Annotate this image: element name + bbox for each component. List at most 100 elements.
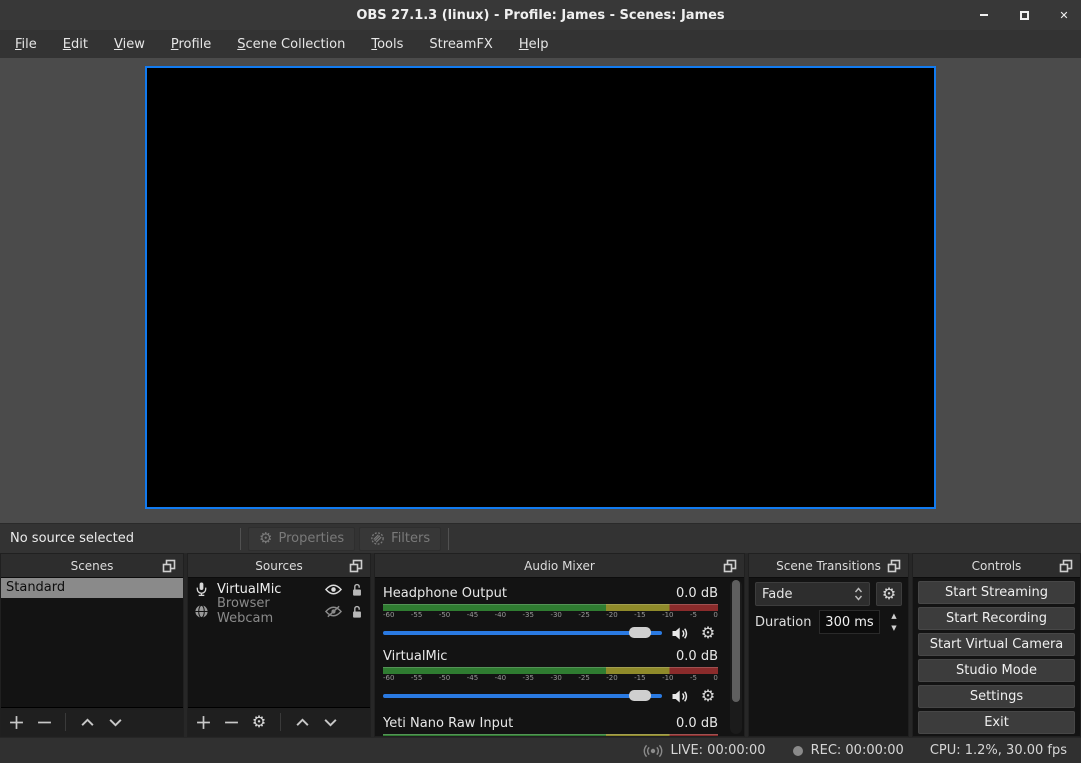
remove-source-button[interactable]: [222, 713, 240, 731]
scene-item-standard[interactable]: Standard: [1, 578, 183, 598]
popout-icon[interactable]: [1058, 558, 1074, 574]
volume-slider[interactable]: [383, 687, 662, 705]
channel-settings-button[interactable]: ⚙: [698, 687, 718, 705]
controls-body: Start Streaming Start Recording Start Vi…: [913, 578, 1080, 736]
source-name: VirtualMic: [217, 582, 317, 597]
meter-tick-label: -5: [690, 674, 697, 683]
microphone-icon: [194, 581, 209, 597]
volume-slider-handle[interactable]: [629, 627, 651, 638]
move-scene-up-button[interactable]: [78, 713, 96, 731]
move-source-down-button[interactable]: [321, 713, 339, 731]
source-row-browser-webcam[interactable]: Browser Webcam: [188, 600, 370, 622]
menu-item-scene-collection[interactable]: Scene Collection: [224, 32, 358, 57]
meter-tick-label: -35: [523, 674, 534, 683]
meter-tick-label: -40: [495, 674, 506, 683]
volume-meter: [383, 734, 718, 736]
sources-panel-header: Sources: [188, 554, 370, 578]
menu-item-tools[interactable]: Tools: [358, 32, 416, 57]
menu-item-profile[interactable]: Profile: [158, 32, 224, 57]
volume-meter: [383, 667, 718, 674]
duration-spin-arrows: ▲ ▼: [886, 610, 902, 634]
popout-icon[interactable]: [161, 558, 177, 574]
mixer-scrollbar-thumb[interactable]: [732, 580, 740, 702]
properties-button[interactable]: ⚙ Properties: [248, 527, 355, 551]
popout-icon[interactable]: [348, 558, 364, 574]
menu-item-help[interactable]: Help: [506, 32, 562, 57]
filters-button-label: Filters: [391, 531, 430, 546]
controls-panel-title: Controls: [972, 559, 1022, 573]
meter-tick-label: -10: [662, 674, 673, 683]
exit-button[interactable]: Exit: [918, 711, 1075, 734]
start-streaming-button[interactable]: Start Streaming: [918, 581, 1075, 604]
close-button[interactable]: ✕: [1057, 8, 1071, 22]
studio-mode-button[interactable]: Studio Mode: [918, 659, 1075, 682]
channel-volume-db: 0.0 dB: [676, 649, 718, 665]
volume-slider-handle[interactable]: [629, 690, 651, 701]
minimize-button[interactable]: [977, 8, 991, 22]
meter-tick-label: -55: [411, 674, 422, 683]
meter-tick-label: -50: [439, 611, 450, 620]
move-source-up-button[interactable]: [293, 713, 311, 731]
unlock-icon[interactable]: [350, 604, 364, 619]
menu-item-file[interactable]: File: [2, 32, 50, 57]
meter-tick-label: -60: [383, 674, 394, 683]
live-status: LIVE: 00:00:00: [643, 743, 765, 758]
volume-slider[interactable]: [383, 624, 662, 642]
popout-icon[interactable]: [886, 558, 902, 574]
gear-icon: ⚙: [882, 586, 896, 602]
gear-icon: ⚙: [701, 688, 715, 704]
title-bar: OBS 27.1.3 (linux) - Profile: James - Sc…: [0, 0, 1081, 30]
meter-tick-label: -35: [523, 611, 534, 620]
duration-increase-button[interactable]: ▲: [886, 610, 902, 622]
record-dot-icon: [792, 745, 804, 757]
menu-item-edit[interactable]: Edit: [50, 32, 101, 57]
duration-decrease-button[interactable]: ▼: [886, 622, 902, 634]
dock-area: Scenes Standard Sources: [0, 553, 1081, 737]
add-scene-button[interactable]: [7, 713, 25, 731]
start-virtual-camera-button[interactable]: Start Virtual Camera: [918, 633, 1075, 656]
transition-select[interactable]: Fade: [755, 582, 870, 606]
status-bar: LIVE: 00:00:00 REC: 00:00:00 CPU: 1.2%, …: [0, 737, 1081, 763]
audio-mixer-panel-title: Audio Mixer: [524, 559, 595, 573]
no-source-label: No source selected: [0, 531, 144, 546]
duration-spinbox[interactable]: 300 ms: [819, 610, 880, 634]
remove-scene-button[interactable]: [35, 713, 53, 731]
meter-tick-label: -40: [495, 611, 506, 620]
popout-icon[interactable]: [722, 558, 738, 574]
toolbar-divider: [448, 528, 449, 550]
mute-button[interactable]: [670, 624, 690, 642]
meter-tick-label: -5: [690, 611, 697, 620]
maximize-button[interactable]: [1017, 8, 1031, 22]
add-source-button[interactable]: [194, 713, 212, 731]
preview-canvas[interactable]: [145, 66, 936, 509]
mixer-scrollbar: [730, 580, 742, 734]
eye-slash-icon[interactable]: [325, 605, 342, 618]
cpu-fps-text: CPU: 1.2%, 30.00 fps: [930, 743, 1067, 758]
preview-area: [0, 58, 1081, 523]
controls-panel: Controls Start Streaming Start Recording…: [912, 553, 1081, 737]
channel-name: Yeti Nano Raw Input: [383, 716, 513, 732]
obs-window: OBS 27.1.3 (linux) - Profile: James - Sc…: [0, 0, 1081, 763]
gear-icon: ⚙: [259, 531, 272, 546]
channel-settings-button[interactable]: ⚙: [698, 624, 718, 642]
start-recording-button[interactable]: Start Recording: [918, 607, 1075, 630]
transition-properties-button[interactable]: ⚙: [876, 582, 902, 606]
broadcast-icon: [643, 744, 663, 758]
toolbar-divider: [240, 528, 241, 550]
eye-icon[interactable]: [325, 583, 342, 596]
filters-button[interactable]: Filters: [359, 527, 441, 551]
filter-icon: [370, 531, 385, 546]
meter-tick-label: -10: [662, 611, 673, 620]
source-properties-button[interactable]: ⚙: [250, 713, 268, 731]
settings-button[interactable]: Settings: [918, 685, 1075, 708]
mute-button[interactable]: [670, 687, 690, 705]
unlock-icon[interactable]: [350, 582, 364, 597]
move-scene-down-button[interactable]: [106, 713, 124, 731]
meter-scale: -60-55-50-45-40-35-30-25-20-15-10-50: [383, 611, 718, 620]
menu-item-view[interactable]: View: [101, 32, 158, 57]
cpu-fps-status: CPU: 1.2%, 30.00 fps: [930, 743, 1067, 758]
channel-volume-db: 0.0 dB: [676, 586, 718, 602]
maximize-icon: [1020, 11, 1029, 20]
menu-item-streamfx[interactable]: StreamFX: [416, 32, 505, 57]
minimize-icon: [980, 14, 988, 16]
